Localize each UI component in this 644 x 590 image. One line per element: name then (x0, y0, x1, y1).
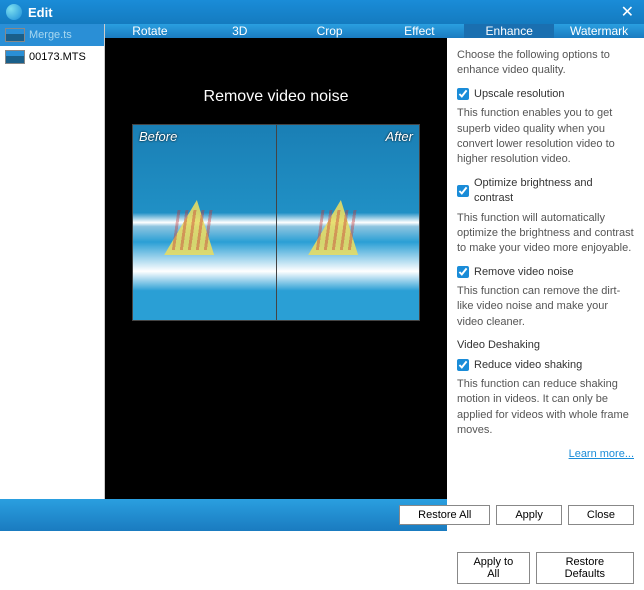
deshake-label: Reduce video shaking (474, 358, 582, 373)
preview-title: Remove video noise (204, 88, 349, 106)
noise-label: Remove video noise (474, 265, 574, 280)
before-pane: Before (133, 125, 276, 320)
close-icon[interactable]: ✕ (617, 2, 638, 22)
tab-rotate[interactable]: Rotate (105, 24, 195, 38)
restore-all-button[interactable]: Restore All (399, 505, 490, 525)
restore-defaults-button[interactable]: Restore Defaults (536, 552, 634, 584)
tab-enhance[interactable]: Enhance (464, 24, 554, 38)
tab-3d[interactable]: 3D (195, 24, 285, 38)
noise-checkbox[interactable] (457, 266, 469, 278)
file-name: Merge.ts (29, 29, 72, 41)
file-item-00173[interactable]: 00173.MTS (0, 46, 104, 68)
panel-intro: Choose the following options to enhance … (457, 48, 634, 79)
deshake-option[interactable]: Reduce video shaking (457, 358, 634, 373)
apply-button[interactable]: Apply (496, 505, 562, 525)
compare-view: Before After (132, 124, 420, 321)
tab-crop[interactable]: Crop (285, 24, 375, 38)
windsurf-graphic (308, 200, 366, 255)
after-pane: After (276, 125, 419, 320)
file-thumbnail (5, 50, 25, 64)
app-icon (6, 4, 22, 20)
brightness-checkbox[interactable] (457, 185, 469, 197)
preview-area: Remove video noise Before After (105, 38, 447, 590)
learn-more-link[interactable]: Learn more... (569, 448, 634, 460)
after-label: After (380, 129, 419, 144)
brightness-desc: This function will automatically optimiz… (457, 211, 634, 257)
upscale-desc: This function enables you to get superb … (457, 106, 634, 168)
file-name: 00173.MTS (29, 51, 86, 63)
windsurf-graphic (164, 200, 222, 255)
tab-effect[interactable]: Effect (374, 24, 464, 38)
upscale-option[interactable]: Upscale resolution (457, 87, 634, 102)
noise-desc: This function can remove the dirt-like v… (457, 284, 634, 330)
file-item-merge[interactable]: Merge.ts (0, 24, 104, 46)
upscale-checkbox[interactable] (457, 88, 469, 100)
tab-bar: Rotate 3D Crop Effect Enhance Watermark (105, 24, 644, 38)
noise-option[interactable]: Remove video noise (457, 265, 634, 280)
deshake-checkbox[interactable] (457, 359, 469, 371)
deshake-heading: Video Deshaking (457, 338, 634, 353)
file-sidebar: Merge.ts 00173.MTS (0, 24, 105, 499)
close-button[interactable]: Close (568, 505, 634, 525)
deshake-desc: This function can reduce shaking motion … (457, 377, 634, 439)
title-bar: Edit ✕ (0, 0, 644, 24)
before-label: Before (133, 129, 183, 144)
brightness-option[interactable]: Optimize brightness and contrast (457, 176, 634, 207)
tab-watermark[interactable]: Watermark (554, 24, 644, 38)
upscale-label: Upscale resolution (474, 87, 565, 102)
window-title: Edit (28, 5, 53, 20)
file-thumbnail (5, 28, 25, 42)
apply-to-all-button[interactable]: Apply to All (457, 552, 530, 584)
brightness-label: Optimize brightness and contrast (474, 176, 634, 207)
